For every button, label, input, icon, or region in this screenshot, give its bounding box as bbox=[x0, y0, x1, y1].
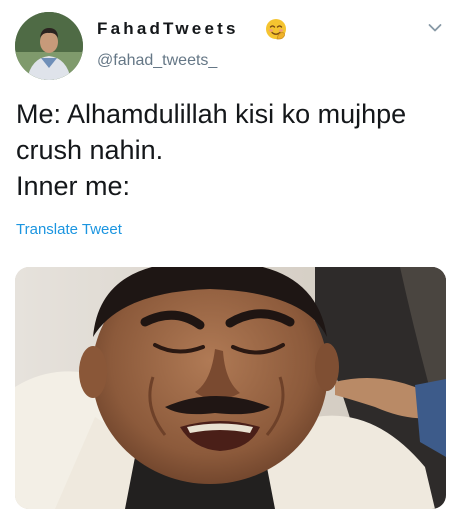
tweet-text-line: Me: Alhamdulillah kisi ko mujhpe bbox=[16, 99, 407, 129]
smiling-face-emoji-icon bbox=[266, 19, 286, 40]
avatar[interactable] bbox=[15, 12, 83, 80]
tweet-text-line: Inner me: bbox=[16, 171, 131, 201]
user-handle[interactable]: @fahad_tweets_ bbox=[97, 52, 217, 70]
chevron-down-icon[interactable] bbox=[428, 23, 442, 33]
tweet-media-image[interactable] bbox=[15, 267, 446, 509]
display-name[interactable]: FahadTweets bbox=[97, 19, 239, 39]
tweet-card: FahadTweets @fahad_tweets_ Me: Alhamduli… bbox=[0, 0, 450, 517]
avatar-image bbox=[15, 12, 83, 80]
translate-tweet-link[interactable]: Translate Tweet bbox=[16, 221, 122, 238]
tweet-text: Me: Alhamdulillah kisi ko mujhpe crush n… bbox=[16, 96, 436, 204]
tweet-text-line: crush nahin. bbox=[16, 135, 164, 165]
crying-man-photo bbox=[15, 267, 446, 509]
